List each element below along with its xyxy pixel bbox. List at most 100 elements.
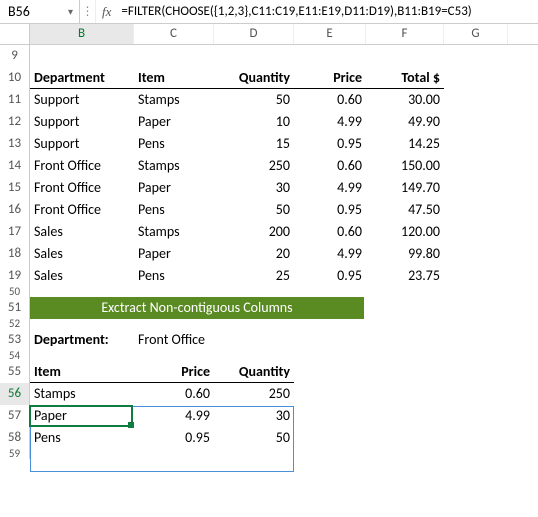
cell[interactable] — [366, 45, 444, 67]
cell[interactable]: Front Office — [30, 155, 134, 177]
cell[interactable] — [444, 67, 508, 89]
cell[interactable] — [134, 287, 214, 297]
cell[interactable] — [294, 361, 366, 383]
cell[interactable] — [444, 155, 508, 177]
cell[interactable]: 250 — [214, 155, 294, 177]
row-header[interactable]: 12 — [0, 111, 30, 133]
cell[interactable] — [134, 351, 214, 361]
cell[interactable]: 0.60 — [294, 221, 366, 243]
cell[interactable] — [444, 89, 508, 111]
cell[interactable]: Stamps — [134, 155, 214, 177]
cell[interactable]: 120.00 — [366, 221, 444, 243]
cell[interactable] — [30, 319, 134, 329]
cell[interactable] — [214, 351, 294, 361]
cell[interactable]: Pens — [134, 199, 214, 221]
cell[interactable] — [30, 45, 134, 67]
cell[interactable]: Quantity — [214, 67, 294, 89]
formula-input[interactable]: =FILTER(CHOOSE({1,2,3},C11:C19,E11:E19,D… — [117, 4, 538, 19]
cell[interactable] — [444, 351, 508, 361]
cell[interactable] — [366, 361, 444, 383]
cell[interactable] — [366, 329, 444, 351]
cell[interactable] — [294, 449, 366, 459]
cell[interactable]: Support — [30, 111, 134, 133]
cell[interactable]: Item — [30, 361, 134, 383]
cell[interactable] — [444, 297, 508, 319]
cell[interactable]: 0.95 — [134, 427, 214, 449]
cell[interactable]: Paper — [30, 405, 134, 427]
cell[interactable] — [294, 405, 366, 427]
cell[interactable] — [444, 405, 508, 427]
cell[interactable]: 0.60 — [134, 383, 214, 405]
cell[interactable] — [366, 405, 444, 427]
row-header[interactable]: 57 — [0, 405, 30, 427]
row-header[interactable]: 14 — [0, 155, 30, 177]
cell[interactable] — [444, 133, 508, 155]
cell[interactable] — [366, 383, 444, 405]
select-all-corner[interactable] — [0, 24, 30, 44]
row-header[interactable]: 17 — [0, 221, 30, 243]
fx-icon[interactable]: fx — [96, 4, 117, 20]
row-header[interactable]: 53 — [0, 329, 30, 351]
cell[interactable] — [444, 45, 508, 67]
cell[interactable] — [30, 287, 134, 297]
cell[interactable] — [366, 449, 444, 459]
cell[interactable]: 150.00 — [366, 155, 444, 177]
row-header[interactable]: 19 — [0, 265, 30, 287]
cell[interactable] — [444, 287, 508, 297]
col-header-E[interactable]: E — [294, 24, 366, 44]
cell[interactable] — [294, 45, 366, 67]
cell[interactable]: 0.95 — [294, 265, 366, 287]
cell[interactable] — [294, 319, 366, 329]
row-header[interactable]: 55 — [0, 361, 30, 383]
cell[interactable] — [444, 221, 508, 243]
chevron-down-icon[interactable]: ▾ — [68, 5, 73, 18]
banner[interactable]: Exctract Non-contiguous Columns — [30, 297, 364, 319]
cell[interactable] — [444, 319, 508, 329]
cell[interactable]: Department — [30, 67, 134, 89]
row-header[interactable]: 50 — [0, 287, 30, 297]
cell[interactable]: Front Office — [30, 177, 134, 199]
cell[interactable]: Sales — [30, 243, 134, 265]
col-header-B[interactable]: B — [30, 24, 134, 44]
cell[interactable] — [366, 351, 444, 361]
cell[interactable]: Paper — [134, 111, 214, 133]
cell[interactable]: 4.99 — [294, 177, 366, 199]
cell[interactable]: 4.99 — [294, 243, 366, 265]
cell[interactable]: 149.70 — [366, 177, 444, 199]
cell[interactable]: 10 — [214, 111, 294, 133]
cell[interactable] — [214, 287, 294, 297]
cell[interactable] — [444, 243, 508, 265]
cell[interactable] — [30, 449, 134, 459]
cell[interactable] — [444, 383, 508, 405]
cell[interactable] — [444, 329, 508, 351]
cell[interactable]: Stamps — [134, 89, 214, 111]
cell[interactable]: 23.75 — [366, 265, 444, 287]
row-header[interactable]: 59 — [0, 449, 30, 459]
cell[interactable]: Price — [134, 361, 214, 383]
cell[interactable]: 0.60 — [294, 155, 366, 177]
cell[interactable]: Paper — [134, 243, 214, 265]
row-header[interactable]: 58 — [0, 427, 30, 449]
cell[interactable] — [366, 427, 444, 449]
name-box[interactable]: B56 ▾ — [0, 0, 80, 23]
cell[interactable] — [366, 287, 444, 297]
cell[interactable]: 50 — [214, 427, 294, 449]
cell[interactable]: 200 — [214, 221, 294, 243]
cell[interactable]: Quantity — [214, 361, 294, 383]
col-header-G[interactable]: G — [444, 24, 508, 44]
cell[interactable]: 20 — [214, 243, 294, 265]
cell[interactable]: 49.90 — [366, 111, 444, 133]
cell[interactable]: 30.00 — [366, 89, 444, 111]
row-header[interactable]: 11 — [0, 89, 30, 111]
cell[interactable] — [444, 427, 508, 449]
cell[interactable] — [214, 329, 294, 351]
cell[interactable]: Support — [30, 133, 134, 155]
cell[interactable]: Stamps — [134, 221, 214, 243]
cell[interactable]: 0.60 — [294, 89, 366, 111]
cell[interactable] — [134, 449, 214, 459]
row-header[interactable]: 10 — [0, 67, 30, 89]
cell[interactable]: 99.80 — [366, 243, 444, 265]
cell[interactable] — [294, 351, 366, 361]
row-header[interactable]: 51 — [0, 297, 30, 319]
cell[interactable]: Pens — [134, 133, 214, 155]
